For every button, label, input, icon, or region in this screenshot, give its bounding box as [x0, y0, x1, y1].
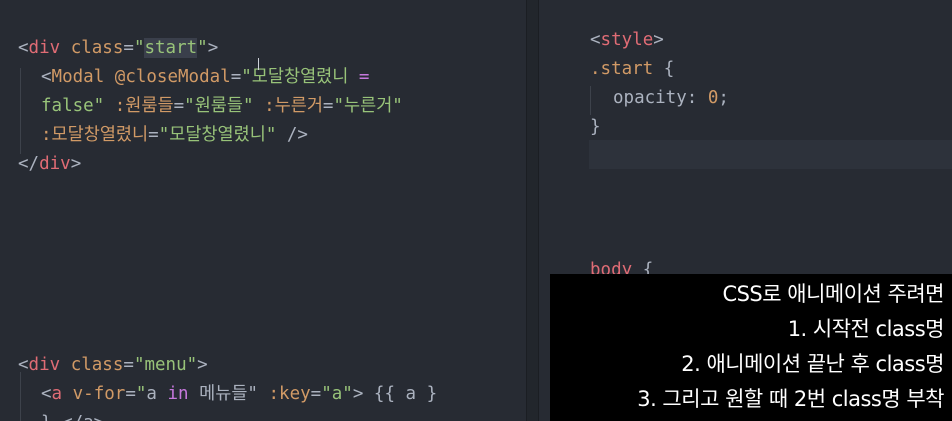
caption-line-2: 1. 시작전 class명	[787, 317, 945, 341]
tag-name: div	[28, 38, 61, 58]
code-line-5[interactable]: </div>	[18, 150, 81, 179]
code-line-opacity[interactable]: opacity: 0;	[613, 84, 729, 113]
code-line-menu-1[interactable]: <div class="menu">	[18, 351, 208, 380]
code-line-close-brace[interactable]: }	[590, 113, 601, 142]
code-line-style-open[interactable]: <style>	[590, 26, 664, 55]
attr-value: start	[144, 38, 198, 58]
code-line-menu-2[interactable]: <a v-for="a in 메뉴들" :key="a"> {{ a }	[41, 380, 437, 409]
code-line-4[interactable]: :모달창열렸니="모달창열렸니" />	[41, 121, 308, 150]
indent-guide	[590, 86, 591, 115]
code-line-3[interactable]: false" :원룸들="원룸들" :누른거="누른거"	[41, 92, 403, 121]
component-name: Modal	[51, 67, 105, 87]
code-line-2[interactable]: <Modal @closeModal="모달창열렸니 =	[41, 63, 369, 92]
caption-overlay: CSS로 애니메이션 주려면 1. 시작전 class명 2. 애니메이션 끝난…	[550, 274, 952, 421]
indent-guide	[20, 68, 21, 154]
attr-name: class	[70, 38, 124, 58]
caption-line-4: 3. 그리고 원할 때 2번 class명 부착	[637, 387, 944, 411]
event-binding: @closeModal	[114, 67, 231, 87]
current-line-highlight	[589, 140, 952, 169]
pane-divider[interactable]	[526, 0, 539, 421]
code-line-1[interactable]: <div class="start">	[18, 34, 218, 63]
text-cursor-icon	[258, 58, 261, 70]
tag-open: <	[18, 38, 29, 58]
caption-line-1: CSS로 애니메이션 주려면	[722, 282, 944, 306]
caption-line-3: 2. 애니메이션 끝난 후 class명	[681, 352, 944, 376]
code-line-selector-start[interactable]: .start {	[590, 55, 674, 84]
left-editor-pane[interactable]: <div class="start"> <Modal @closeModal="…	[0, 0, 526, 421]
code-line-menu-3[interactable]: } </a>	[41, 409, 104, 421]
